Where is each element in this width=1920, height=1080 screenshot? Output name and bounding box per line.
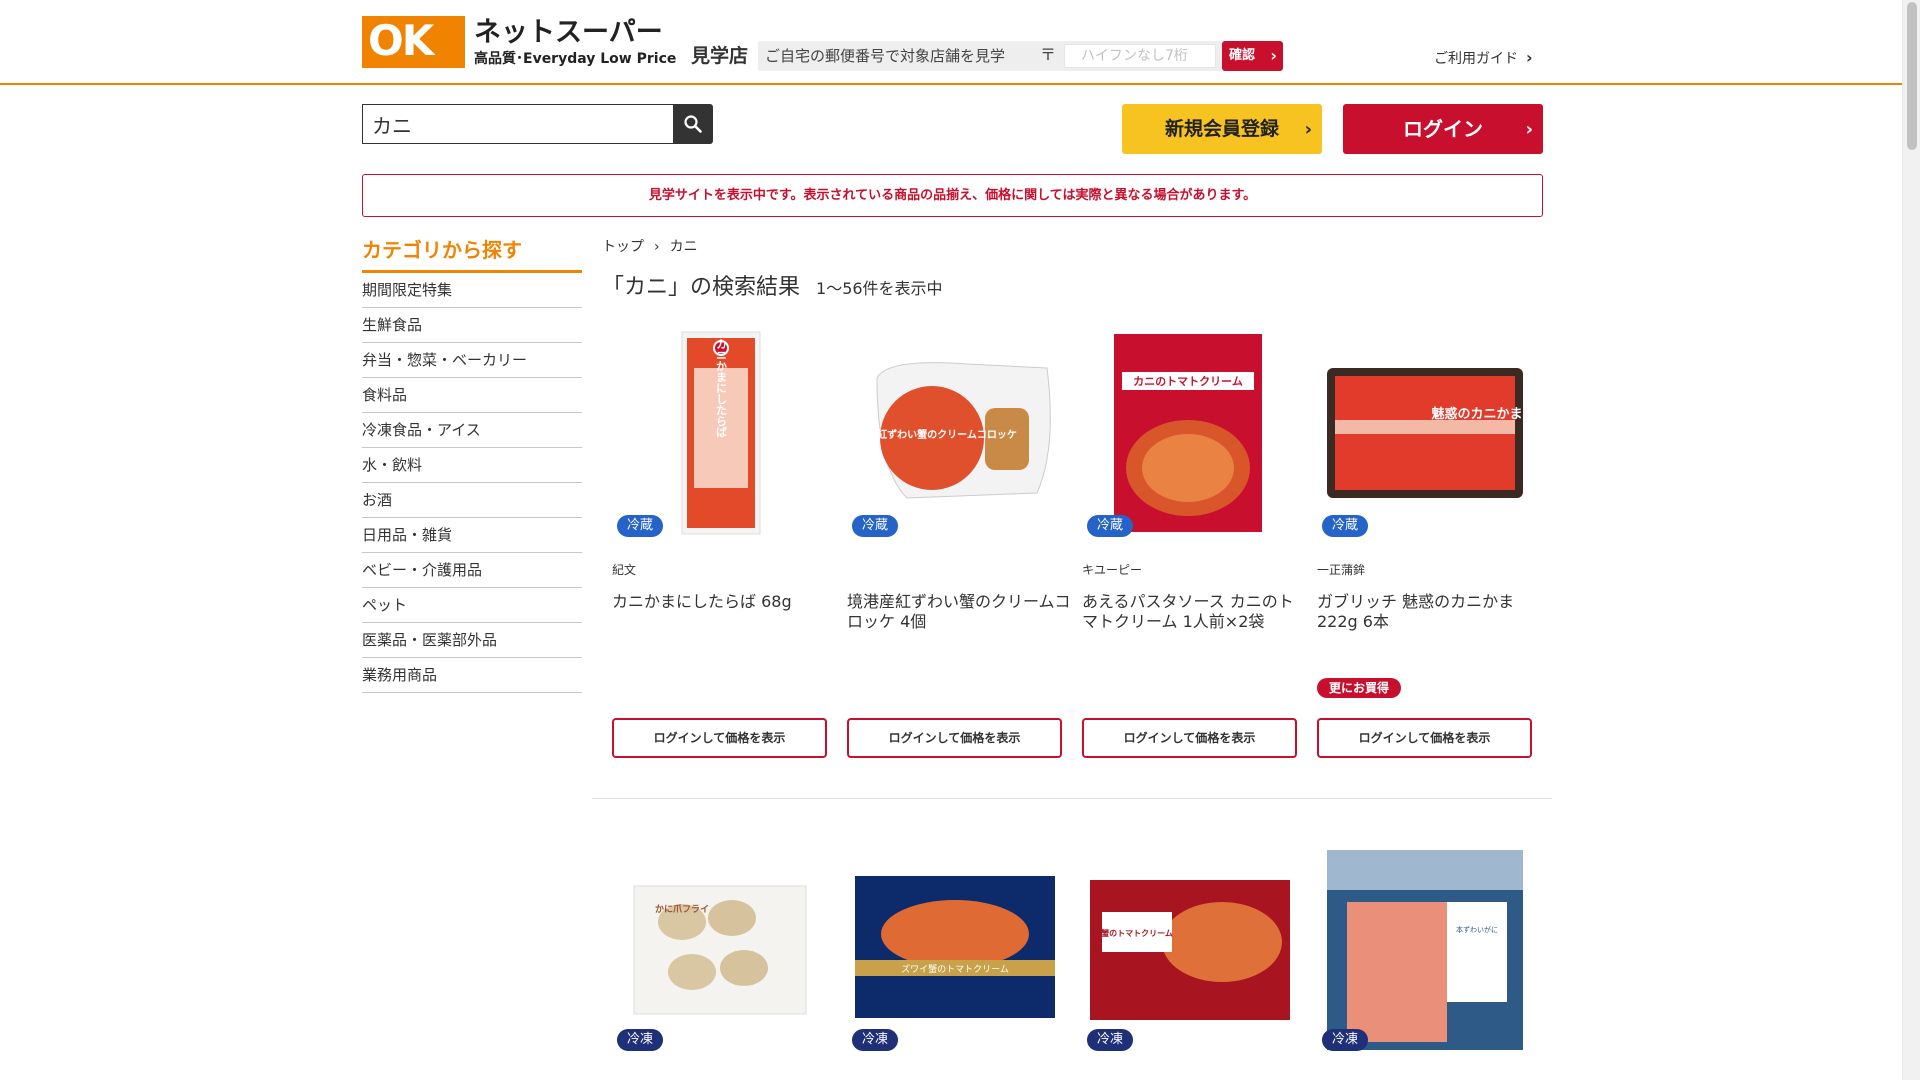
product-image-label: カニのトマトクリーム (1133, 375, 1243, 388)
product-brand: 紀文 (612, 563, 637, 577)
product-card[interactable]: ズワイ蟹のトマトクリーム 冷凍 (847, 842, 1062, 1072)
logo-tagline: 高品質･Everyday Low Price (474, 51, 677, 67)
product-image-label: 本ずわいがに (1456, 925, 1498, 934)
sidebar-title: カテゴリから探す (362, 234, 582, 273)
sidebar-item-medicine[interactable]: 医薬品・医薬部外品 (362, 623, 582, 658)
search-icon (684, 115, 702, 133)
breadcrumb: トップ › カニ (602, 236, 698, 258)
login-to-view-price-button[interactable]: ログインして価格を表示 (1082, 718, 1297, 758)
product-image[interactable]: ズワイ蟹のトマトクリーム (847, 842, 1062, 1052)
product-brand: キユーピー (1082, 563, 1143, 577)
product-image[interactable]: カニかまにしたらば (612, 328, 827, 538)
page: OK ネットスーパー 高品質･Everyday Low Price 見学店 ご自… (0, 0, 1920, 1080)
login-button[interactable]: ログイン › (1343, 104, 1543, 154)
product-name[interactable]: あえるパスタソース カニのトマトクリーム 1人前×2袋 (1082, 592, 1307, 632)
product-brand: 一正蒲鉾 (1317, 563, 1366, 577)
login-to-view-price-button[interactable]: ログインして価格を表示 (847, 718, 1062, 758)
breadcrumb-separator: › (654, 239, 660, 255)
logo-mark-text: OK (368, 16, 434, 65)
register-button[interactable]: 新規会員登録 › (1122, 104, 1322, 154)
deal-badge: 更にお買得 (1317, 678, 1402, 698)
product-image-label: かに爪フライ (655, 904, 709, 915)
sidebar-item-pet[interactable]: ペット (362, 588, 582, 623)
chilled-badge: 冷蔵 (1322, 515, 1369, 537)
results-count: 1～56件を表示中 (816, 279, 943, 298)
sidebar-item-fresh-food[interactable]: 生鮮食品 (362, 308, 582, 343)
sidebar-item-baby-care[interactable]: ベビー・介護用品 (362, 553, 582, 588)
product-card[interactable]: かに爪フライ 冷凍 (612, 842, 827, 1072)
product-image[interactable]: かに爪フライ (612, 842, 827, 1052)
product-image-label: 魅惑のカニかま (1431, 406, 1522, 422)
product-card[interactable]: 本ずわいがに 冷凍 (1317, 842, 1532, 1072)
register-button-label: 新規会員登録 (1164, 118, 1279, 140)
product-row-divider (592, 798, 1552, 799)
product-image[interactable]: 魅惑のカニかま (1317, 328, 1532, 538)
sidebar-item-bento-deli-bakery[interactable]: 弁当・惣菜・ベーカリー (362, 343, 582, 378)
sidebar-item-frozen-ice[interactable]: 冷凍食品・アイス (362, 413, 582, 448)
chilled-badge: 冷蔵 (1087, 515, 1134, 537)
usage-guide-link[interactable]: ご利用ガイド › (1434, 48, 1533, 69)
logo-name: ネットスーパー (474, 17, 663, 48)
sidebar-item-groceries[interactable]: 食料品 (362, 378, 582, 413)
postal-mark-icon: 〒 (1040, 45, 1057, 64)
product-image[interactable]: 本ずわいがに (1317, 842, 1532, 1052)
chevron-right-icon: › (1525, 119, 1533, 140)
login-to-view-price-button[interactable]: ログインして価格を表示 (612, 718, 827, 758)
product-image-label: ズワイ蟹のトマトクリーム (901, 963, 1009, 975)
breadcrumb-current: カニ (669, 239, 698, 255)
login-to-view-price-button[interactable]: ログインして価格を表示 (1317, 718, 1532, 758)
postal-code-form: ご自宅の郵便番号で対象店舗を見学 〒 (758, 41, 1222, 71)
product-image[interactable]: 境港産紅ずわい蟹のクリームコロッケ (847, 328, 1062, 538)
usage-guide-label: ご利用ガイド (1434, 51, 1518, 67)
sidebar-item-business-use[interactable]: 業務用商品 (362, 658, 582, 693)
results-title: 「カニ」の検索結果 (602, 275, 801, 300)
page-scrollbar[interactable] (1902, 0, 1920, 1080)
product-image-label: 蟹のトマトクリーム (1100, 928, 1173, 938)
product-image[interactable]: 蟹のトマトクリーム (1082, 842, 1297, 1052)
postal-code-input[interactable] (1064, 44, 1216, 68)
sidebar-item-daily-goods[interactable]: 日用品・雑貨 (362, 518, 582, 553)
frozen-badge: 冷凍 (617, 1029, 664, 1051)
product-card[interactable]: カニのトマトクリーム 冷蔵 キユーピー あえるパスタソース カニのトマトクリーム… (1082, 328, 1297, 760)
site-logo[interactable]: OK ネットスーパー 高品質･Everyday Low Price (362, 16, 676, 72)
frozen-badge: 冷凍 (1087, 1029, 1134, 1051)
product-image[interactable]: カニのトマトクリーム (1082, 328, 1297, 538)
product-card[interactable]: 蟹のトマトクリーム 冷凍 (1082, 842, 1297, 1072)
product-name[interactable]: カニかまにしたらば 68g (612, 592, 837, 612)
ok-logo-mark: OK (362, 16, 465, 68)
product-card[interactable]: カニかまにしたらば 冷蔵 紀文 カニかまにしたらば 68g ログインして価格を表… (612, 328, 827, 760)
chilled-badge: 冷蔵 (617, 515, 664, 537)
sidebar-item-limited-time[interactable]: 期間限定特集 (362, 273, 582, 308)
product-image-label: カニかまにしたらば (715, 338, 728, 438)
category-sidebar: カテゴリから探す 期間限定特集 生鮮食品 弁当・惣菜・ベーカリー 食料品 冷凍食… (362, 234, 582, 693)
search-input[interactable] (362, 104, 674, 144)
confirm-button[interactable]: 確認 › (1222, 41, 1283, 71)
product-card[interactable]: 境港産紅ずわい蟹のクリームコロッケ 冷蔵 境港産紅ずわい蟹のクリームコロッケ 4… (847, 328, 1071, 760)
sidebar-item-alcohol[interactable]: お酒 (362, 483, 582, 518)
search-button[interactable] (673, 104, 713, 144)
site-header: OK ネットスーパー 高品質･Everyday Low Price 見学店 ご自… (0, 0, 1902, 85)
preview-site-notice: 見学サイトを表示中です。表示されている商品の品揃え、価格に関しては実際と異なる場… (362, 174, 1543, 217)
confirm-button-label: 確認 (1229, 48, 1256, 63)
product-card[interactable]: 魅惑のカニかま 冷蔵 一正蒲鉾 ガブリッチ 魅惑のカニかま 222g 6本 更に… (1317, 328, 1532, 760)
product-image-label: 境港産紅ずわい蟹のクリームコロッケ (847, 428, 1017, 441)
search-results-heading: 「カニ」の検索結果 1～56件を表示中 (602, 272, 943, 305)
chevron-right-icon: › (1304, 119, 1312, 140)
store-label: 見学店 (691, 45, 749, 67)
product-name[interactable]: 境港産紅ずわい蟹のクリームコロッケ 4個 (847, 592, 1072, 632)
frozen-badge: 冷凍 (1322, 1029, 1369, 1051)
chilled-badge: 冷蔵 (852, 515, 899, 537)
chevron-right-icon: › (1526, 48, 1533, 67)
scrollbar-thumb[interactable] (1907, 2, 1917, 150)
product-name[interactable]: ガブリッチ 魅惑のカニかま 222g 6本 (1317, 592, 1542, 632)
login-button-label: ログイン (1403, 117, 1483, 141)
postal-prompt: ご自宅の郵便番号で対象店舗を見学 (765, 47, 1006, 65)
breadcrumb-home-link[interactable]: トップ (602, 239, 644, 255)
sidebar-item-water-drinks[interactable]: 水・飲料 (362, 448, 582, 483)
frozen-badge: 冷凍 (852, 1029, 899, 1051)
chevron-right-icon: › (1270, 46, 1277, 65)
